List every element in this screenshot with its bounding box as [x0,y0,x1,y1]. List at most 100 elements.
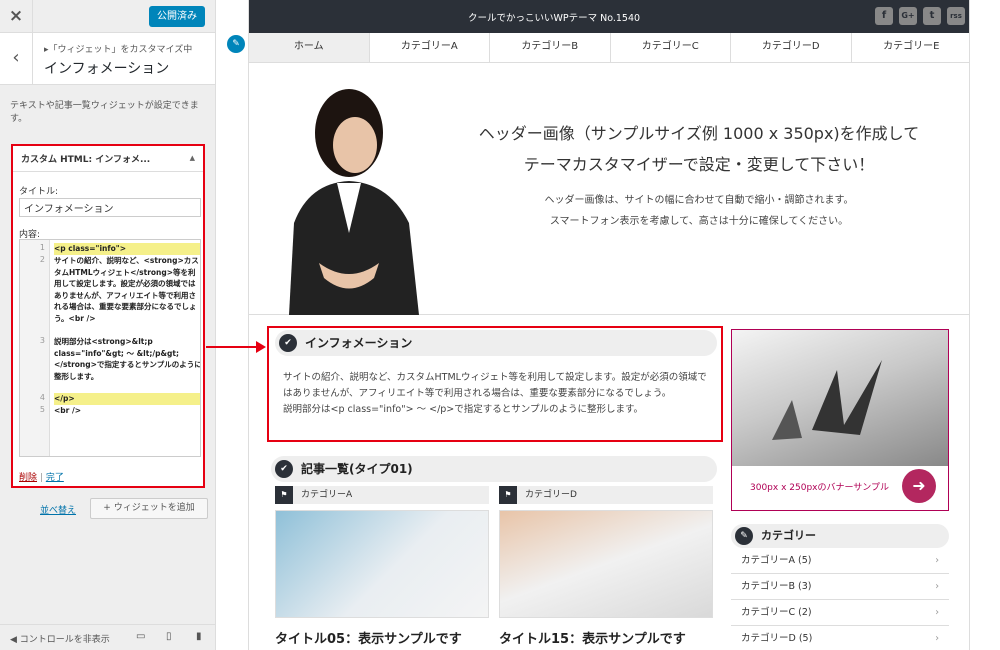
article-title[interactable]: タイトル05：表示サンプルです [275,628,489,647]
twitter-icon[interactable]: t [923,7,941,25]
nav-item-category-e[interactable]: カテゴリーE [852,33,970,62]
widget-header[interactable]: カスタム HTML: インフォメ... ▲ [13,146,203,172]
category-item-label: カテゴリーC (2) [741,607,812,618]
line-number: 1 [39,243,45,252]
category-item-label: カテゴリーD (5) [741,633,813,644]
category-item[interactable]: カテゴリーC (2) › [731,600,949,626]
article-category[interactable]: ⚑ カテゴリーA [275,486,489,504]
article-list-title: 記事一覧(タイプ01) [301,462,413,476]
section-title: インフォメーション [44,61,170,77]
publish-button[interactable]: 公開済み [149,6,205,27]
flag-icon: ⚑ [499,486,517,504]
hero-headline-1: ヘッダー画像（サンプルサイズ例 1000 x 350px)を作成して [478,124,920,143]
site-preview: クールでかっこいいWPテーマ No.1540 f G+ t rss ホーム カテ… [248,0,970,650]
title-label: タイトル: [19,187,59,197]
line-number-gutter: 1 2 3 4 5 [20,240,50,456]
collapse-arrow-icon[interactable]: ▲ [190,154,195,162]
nav-item-home[interactable]: ホーム [249,33,370,62]
callout-arrow-head [256,341,266,353]
banner-sample[interactable]: 300px x 250pxのバナーサンプル ➜ [731,329,949,511]
widget-header-title: カスタム HTML: インフォメ... [21,155,151,165]
edit-shortcut-icon[interactable]: ✎ [227,35,245,53]
article-title[interactable]: タイトル15：表示サンプルです [499,628,713,647]
code-editor[interactable]: 1 2 3 4 5 <p class="info"> サイトの紹介、説明など、<… [19,239,201,457]
code-line: サイトの紹介、説明など、<strong>カスタムHTMLウィジェト</stron… [54,256,199,323]
hide-controls-label: コントロールを非表示 [19,635,110,645]
header-image: ヘッダー画像（サンプルサイズ例 1000 x 350px)を作成して テーマカス… [249,63,969,315]
category-widget: ✎ カテゴリー カテゴリーA (5) › カテゴリーB (3) › カテゴリーC (… [731,524,949,650]
customizer-pane: × 公開済み ‹ ▸「ウィジェット」をカスタマイズ中 インフォメーション テキス… [0,0,216,650]
flag-icon: ⚑ [275,486,293,504]
site-title[interactable]: クールでかっこいいWPテーマ No.1540 [249,10,859,24]
information-text-2: 説明部分は<p class="info"> 〜 </p>で指定するとサンプルのよ… [283,404,644,415]
hero-subtext-2: スマートフォン表示を考慮して、高さは十分に確保してください。 [549,216,849,227]
hero-headline-2: テーマカスタマイザーで設定・変更して下さい！ [523,155,875,174]
banner-image[interactable] [732,330,948,466]
code-line: <p class="info"> [54,243,200,255]
chevron-right-icon: › [935,607,939,618]
article-list-title-bar: ✔ 記事一覧(タイプ01) [271,456,717,482]
category-item[interactable]: カテゴリーD (5) › [731,626,949,650]
chevron-right-icon: › [935,633,939,644]
arrow-right-icon[interactable]: ➜ [902,469,936,503]
article-thumbnail[interactable] [499,510,713,618]
separator: | [39,473,43,483]
back-icon[interactable]: ‹ [0,33,33,85]
code-line: <br /> [54,406,81,415]
category-item-label: カテゴリーA (5) [741,555,812,566]
information-body: サイトの紹介、説明など、カスタムHTMLウィジェト等を利用して設定します。設定が… [283,370,713,418]
section-header: ‹ ▸「ウィジェット」をカスタマイズ中 インフォメーション [0,33,215,85]
check-icon: ✔ [275,460,293,478]
edit-icon: ✎ [735,527,753,545]
done-link[interactable]: 完了 [46,473,64,483]
main-nav: ホーム カテゴリーA カテゴリーB カテゴリーC カテゴリーD カテゴリーE [249,33,970,63]
mobile-icon[interactable]: ▮ [196,631,202,642]
article-category-label: カテゴリーA [301,490,353,500]
nav-item-category-a[interactable]: カテゴリーA [370,33,490,62]
line-number: 3 [39,336,45,345]
add-widget-button[interactable]: + ウィジェットを追加 [90,498,208,519]
hero-subtext-1: ヘッダー画像は、サイトの幅に合わせて自動で縮小・調節されます。 [544,195,854,206]
information-text-1: サイトの紹介、説明など、カスタムHTMLウィジェト等を利用して設定します。設定が… [283,372,707,399]
category-item[interactable]: カテゴリーA (5) › [731,548,949,574]
check-icon: ✔ [279,334,297,352]
category-item-label: カテゴリーB (3) [741,581,812,592]
desktop-icon[interactable]: ▭ [136,631,145,642]
rss-icon[interactable]: rss [947,7,965,25]
title-input[interactable] [19,198,201,217]
information-title: インフォメーション [305,336,413,350]
line-number: 2 [39,255,45,264]
information-widget: ✔ インフォメーション サイトの紹介、説明など、カスタムHTMLウィジェト等を利… [267,326,723,442]
customizer-header: × 公開済み [0,0,215,33]
close-icon[interactable]: × [0,0,33,33]
facebook-icon[interactable]: f [875,7,893,25]
category-item[interactable]: カテゴリーB (3) › [731,574,949,600]
category-title: カテゴリー [761,529,816,542]
section-description: テキストや記事一覧ウィジェットが設定できます。 [10,101,199,124]
tablet-icon[interactable]: ▯ [166,631,172,642]
hide-controls-button[interactable]: ◀ コントロールを非表示 [10,632,110,645]
category-title-bar: ✎ カテゴリー [731,524,949,548]
breadcrumb: ▸「ウィジェット」をカスタマイズ中 [44,45,193,55]
reorder-link[interactable]: 並べ替え [40,503,76,516]
article-card[interactable]: ⚑ カテゴリーD タイトル15：表示サンプルです [499,486,713,647]
widget-actions: 削除 | 完了 [19,470,64,483]
banner-text: 300px x 250pxのバナーサンプル [750,483,890,493]
site-header: クールでかっこいいWPテーマ No.1540 f G+ t rss [249,0,969,33]
paper-crane-illustration [772,360,882,440]
code-line: </p> [54,393,200,405]
woman-bowing-illustration [289,89,419,315]
article-thumbnail[interactable] [275,510,489,618]
article-category[interactable]: ⚑ カテゴリーD [499,486,713,504]
article-category-label: カテゴリーD [525,490,577,500]
line-number: 5 [39,405,45,414]
nav-item-category-d[interactable]: カテゴリーD [731,33,852,62]
nav-item-category-c[interactable]: カテゴリーC [611,33,731,62]
custom-html-widget: カスタム HTML: インフォメ... ▲ タイトル: 内容: 1 2 3 4 … [11,144,205,488]
delete-link[interactable]: 削除 [19,473,37,483]
googleplus-icon[interactable]: G+ [899,7,917,25]
nav-item-category-b[interactable]: カテゴリーB [490,33,611,62]
chevron-right-icon: › [935,555,939,566]
chevron-right-icon: › [935,581,939,592]
article-card[interactable]: ⚑ カテゴリーA タイトル05：表示サンプルです [275,486,489,647]
